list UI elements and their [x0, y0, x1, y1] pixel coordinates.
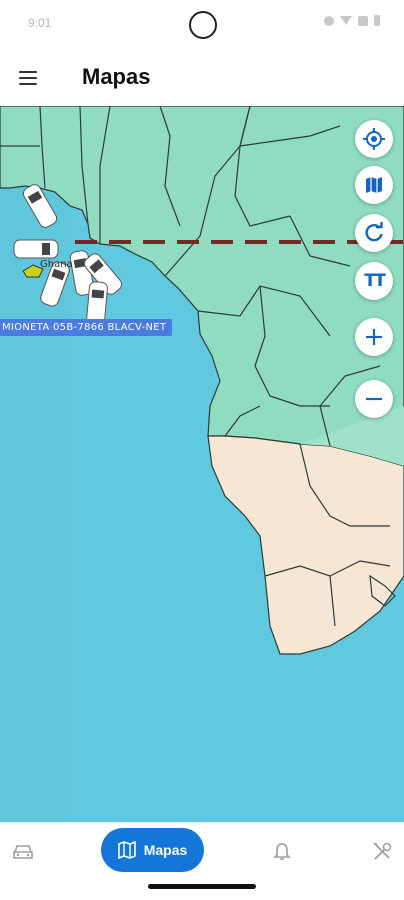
map-layers-button[interactable]: [355, 166, 393, 204]
refresh-icon: [365, 222, 383, 242]
bell-icon: [273, 843, 291, 860]
my-location-icon: [363, 128, 385, 150]
zoom-in-button[interactable]: [355, 318, 393, 356]
text-size-button[interactable]: TT: [355, 262, 393, 300]
zoom-out-button[interactable]: [355, 380, 393, 418]
nav-item-maps-label: Mapas: [143, 842, 188, 858]
status-time: 9:01: [28, 16, 52, 30]
alarm-icon: [324, 15, 334, 26]
map-canvas: [0, 106, 404, 822]
app-header: Mapas: [0, 50, 404, 106]
text-size-icon: TT: [364, 271, 386, 291]
home-indicator: [148, 884, 256, 889]
page-title: Mapas: [82, 64, 151, 89]
status-bar: 9:01: [0, 0, 404, 50]
nav-item-maps[interactable]: Mapas: [101, 828, 204, 872]
vehicle-label[interactable]: MIONETA 05B-7866 BLACV-NET: [0, 319, 173, 336]
map-icon: [117, 841, 136, 859]
signal-icon: [358, 15, 368, 26]
hamburger-menu-icon[interactable]: [14, 64, 42, 92]
my-location-button[interactable]: [355, 120, 393, 158]
vehicle-marker[interactable]: [13, 239, 59, 259]
place-label: Ghana: [40, 259, 73, 270]
battery-icon: [374, 15, 380, 26]
nav-item-tools[interactable]: [364, 837, 400, 867]
nav-item-notifications[interactable]: [264, 837, 300, 867]
wifi-icon: [340, 16, 352, 25]
tools-icon: [373, 842, 392, 860]
car-icon: [13, 845, 33, 859]
zoom-out-icon: [366, 397, 382, 401]
refresh-button[interactable]: [355, 214, 393, 252]
zoom-in-icon: [366, 329, 382, 345]
map-layers-icon: [366, 177, 382, 193]
camera-cutout: [189, 11, 217, 39]
status-icons: [324, 15, 380, 26]
nav-item-vehicles[interactable]: [5, 837, 41, 867]
map-view[interactable]: Ghana MIONETA 05B-7866 BLACV-NET: [0, 106, 404, 822]
